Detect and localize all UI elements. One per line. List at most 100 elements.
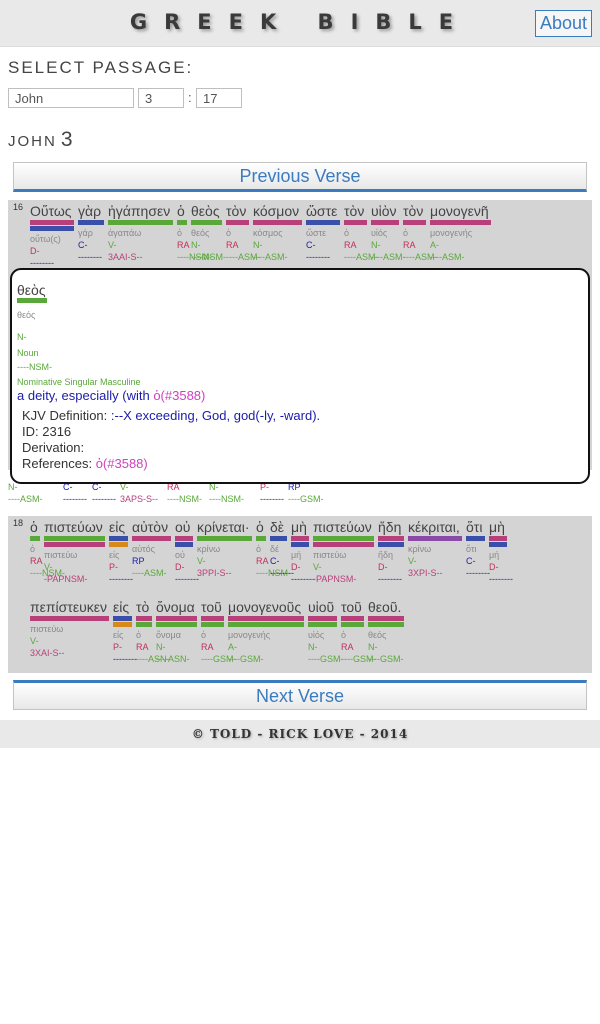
word-class-bar [30, 220, 74, 225]
greek-word[interactable]: κέκριται, κρίνω V- 3XPI-S-- [408, 519, 462, 578]
word-pos: P- [113, 642, 122, 652]
references-link[interactable]: ὁ(#3588) [96, 456, 148, 471]
greek-word[interactable]: τὸν ὁ RA ----ASM- [226, 203, 261, 262]
word-lemma: ὁ [256, 544, 262, 554]
greek-word[interactable]: τοῦ ὁ RA ----GSM- [341, 599, 377, 664]
greek-word[interactable]: ὁὁ RA ----NSM- [30, 519, 65, 578]
greek-word[interactable]: υἱοῦ υἱός N- ----GSM- [308, 599, 344, 664]
word-lemma: ὁ [341, 630, 347, 640]
word-class-bar [403, 220, 426, 225]
word-parse: ----ASN- [136, 654, 170, 664]
word-pos: N- [368, 642, 378, 652]
word-lemma: υἱός [308, 630, 325, 640]
word-class-bar [291, 542, 309, 547]
word-class-bar [201, 622, 224, 627]
kjv-label: KJV Definition: [22, 408, 111, 423]
word-class-bar [368, 616, 404, 621]
greek-word-text: ὁ [30, 519, 38, 535]
greek-word[interactable]: υἱὸν υἱός N- ----ASM- [371, 203, 406, 262]
greek-word[interactable]: ὄνομα ὄνομα N- ----ASN- [156, 599, 197, 664]
greek-word[interactable]: εἰς εἰς P- -------- [113, 599, 137, 664]
greek-word[interactable]: τὸν ὁ RA ----ASM- [403, 203, 438, 262]
word-pos: RP [132, 556, 145, 566]
greek-word[interactable]: ὅτι ὅτι C- -------- [466, 519, 490, 578]
greek-word[interactable]: κόσμον κόσμος N- ----ASM- [253, 203, 302, 262]
word-parse: ----ASM- [430, 252, 465, 262]
greek-word[interactable]: τὸν ὁ RA ----ASM- [344, 203, 379, 262]
word-class-bar [177, 220, 187, 225]
word-pos: RA [226, 240, 239, 250]
word-class-bar [30, 226, 74, 231]
greek-word[interactable]: δὲ δέ C- -------- [270, 519, 294, 578]
greek-word[interactable]: μὴ μή D- -------- [489, 519, 513, 584]
greek-word[interactable]: ὥστε ὥστε C- -------- [306, 203, 340, 262]
word-pos: C- [466, 556, 476, 566]
popup-pos-name: Noun [17, 348, 39, 358]
word-parse: ----ASN- [156, 654, 190, 664]
greek-word[interactable]: μὴ μή D- -------- [291, 519, 315, 584]
greek-word[interactable]: ἠγάπησεν ἀγαπάω V- 3AAI-S-- [108, 203, 173, 262]
greek-word[interactable]: μονογενῆ μονογενής A- ----ASM- [430, 203, 491, 262]
greek-word[interactable]: θεοῦ. θεός N- ----GSM- [368, 599, 404, 664]
chapter-input[interactable] [138, 88, 184, 108]
greek-word[interactable]: πιστεύων πιστεύω V- -PAPNSM- [313, 519, 374, 584]
greek-word[interactable]: πεπίστευκεν πιστεύω V- 3XAI-S-- [30, 599, 109, 658]
greek-word[interactable]: αὐτὸν αὐτός RP ----ASM- [132, 519, 171, 578]
word-parse: -------- [63, 494, 87, 504]
next-verse-button[interactable]: Next Verse [13, 680, 587, 710]
greek-word-text: τοῦ [341, 599, 362, 615]
greek-word[interactable]: τοῦ ὁ RA ----GSM- [201, 599, 237, 664]
greek-word[interactable]: γὰρ γάρ C- -------- [78, 203, 104, 262]
gloss-reference-link[interactable]: ὁ(#3588) [153, 388, 205, 403]
greek-word[interactable]: μονογενοῦς μονογενής A- ----GSM- [228, 599, 304, 664]
book-input[interactable] [8, 88, 134, 108]
word-morphology: P- -------- [260, 482, 284, 504]
popup-kjv-definition: KJV Definition: :--X exceeding, God, god… [22, 408, 320, 423]
greek-word-text: εἰς [113, 599, 130, 615]
word-pos: V- [108, 240, 117, 250]
greek-word[interactable]: ὁὁ RA ----NSM- [177, 203, 212, 262]
popup-word-bar [17, 298, 47, 303]
word-lemma: πιστεύω [44, 550, 78, 560]
word-class-bar [489, 536, 507, 541]
word-pos: RA [256, 556, 269, 566]
greek-word[interactable]: οὐ οὐ D- -------- [175, 519, 199, 584]
greek-word[interactable]: ἤδη ἤδη D- -------- [378, 519, 404, 584]
word-pos: V- [44, 562, 53, 572]
word-class-bar [30, 536, 40, 541]
greek-word-text: δὲ [270, 519, 285, 535]
about-button[interactable]: About [534, 10, 592, 37]
popup-pos-code: N- [17, 332, 27, 342]
popup-id: ID: 2316 [22, 424, 71, 439]
word-pos: C- [306, 240, 316, 250]
word-detail-popup: θεὸς θεός N- Noun ----NSM- Nominative Si… [10, 268, 590, 484]
word-class-bar [430, 220, 491, 225]
verse-number: 16 [13, 202, 24, 212]
word-lemma: ὁ [226, 228, 232, 238]
word-parse: -------- [109, 574, 133, 584]
word-class-bar [489, 542, 507, 547]
word-lemma: πιστεύω [313, 550, 347, 560]
greek-word-text: μὴ [291, 519, 307, 535]
word-class-bar [113, 622, 132, 627]
previous-verse-button[interactable]: Previous Verse [13, 162, 587, 192]
verse-input[interactable] [196, 88, 242, 108]
greek-word[interactable]: Οὕτως οὕτω(ς) D- -------- [30, 203, 74, 268]
word-parse: -------- [378, 574, 402, 584]
greek-word[interactable]: εἰς εἰς P- -------- [109, 519, 133, 584]
greek-word[interactable]: ὁὁ RA ----NSM- [256, 519, 291, 578]
popup-references: References: ὁ(#3588) [22, 456, 148, 471]
word-class-bar [113, 616, 132, 621]
greek-word[interactable]: κρίνεται· κρίνω V- 3PPI-S-- [197, 519, 252, 578]
greek-word[interactable]: πιστεύων πιστεύω V- -PAPNSM- [44, 519, 105, 584]
greek-word-text: τὸν [403, 203, 424, 219]
word-lemma: οὕτω(ς) [30, 234, 61, 244]
greek-word-text: πιστεύων [313, 519, 372, 535]
word-lemma: ἀγαπάω [108, 228, 142, 238]
word-lemma: ὁ [136, 630, 142, 640]
word-pos: N- [308, 642, 318, 652]
greek-word[interactable]: θεὸς θεός N- ----NSM- [191, 203, 226, 262]
word-parse: -------- [291, 574, 315, 584]
word-pos: N- [253, 240, 263, 250]
greek-word[interactable]: τὸ ὁ RA ----ASN- [136, 599, 170, 664]
